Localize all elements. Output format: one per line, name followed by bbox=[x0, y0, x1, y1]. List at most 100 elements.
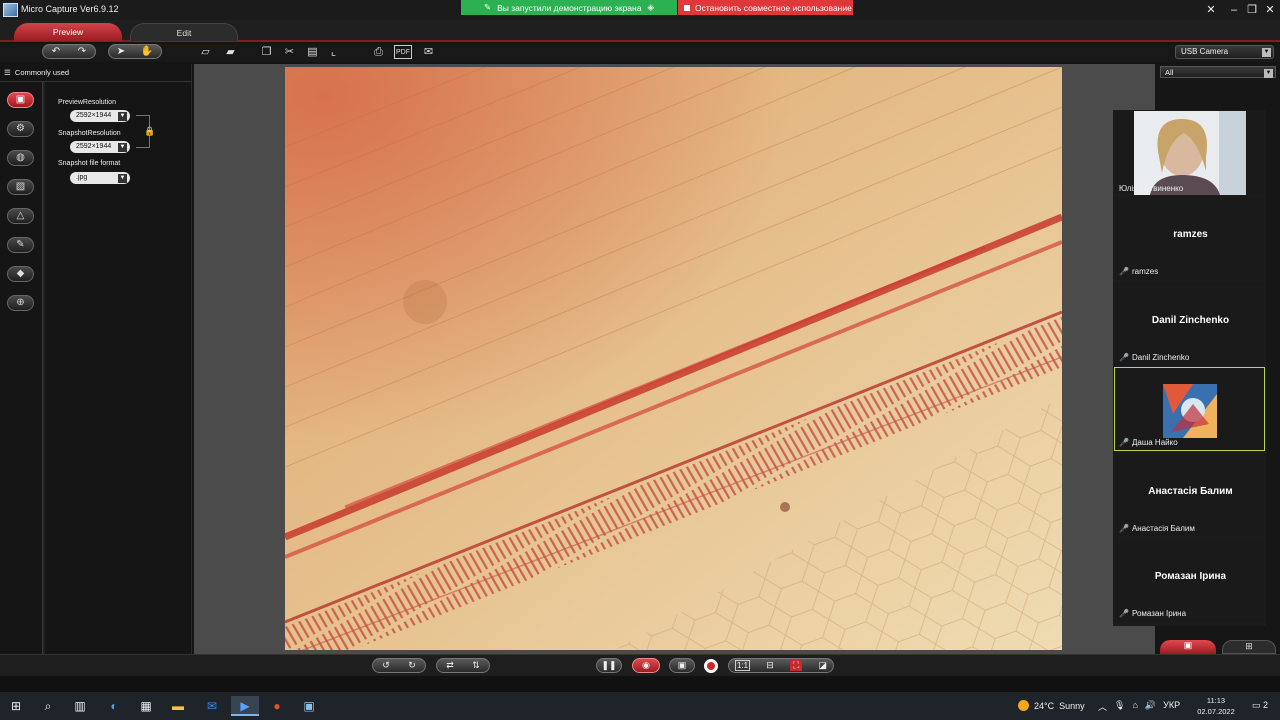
panel-divider[interactable] bbox=[42, 82, 45, 654]
pause-button[interactable]: ❚❚ bbox=[596, 658, 622, 673]
mail-icon[interactable]: ✉ bbox=[421, 45, 436, 59]
window-title: Micro Capture Ver6.9.12 bbox=[21, 4, 119, 14]
snapshot-resolution-select[interactable]: 2592×1944 ▼ bbox=[70, 141, 130, 153]
micro-capture-app-icon[interactable]: ▣ bbox=[298, 696, 320, 716]
capture-controls: ↺ ↻ ⇄ ⇅ ❚❚ ◉ ▣ 1:1 ⊟ ⛶ ◪ bbox=[0, 654, 1280, 676]
cut-icon[interactable]: ✂ bbox=[282, 45, 297, 59]
copy-icon[interactable]: ❐ bbox=[259, 45, 274, 59]
crosshair-button[interactable]: ⊕ bbox=[7, 295, 34, 311]
participant-label-row: 🎤 Анастасія Балим bbox=[1119, 524, 1195, 533]
wrench-button[interactable]: ✎ bbox=[7, 237, 34, 253]
redo-icon[interactable]: ↷ bbox=[78, 46, 86, 57]
file-format-label: Snapshot file format bbox=[58, 160, 121, 167]
language-indicator[interactable]: УКР bbox=[1163, 700, 1180, 713]
flip-horizontal-icon[interactable]: ⇄ bbox=[446, 660, 454, 671]
notifications-button[interactable]: ▭ 2 bbox=[1252, 700, 1268, 711]
maximize-button[interactable]: ❐ bbox=[1244, 2, 1260, 18]
record-button[interactable] bbox=[704, 659, 718, 673]
gallery-tab[interactable]: ⊞ bbox=[1222, 640, 1276, 654]
pdf-icon[interactable]: PDF bbox=[394, 45, 412, 59]
lock-icon[interactable]: 🔒 bbox=[144, 126, 155, 136]
microscope-image[interactable] bbox=[285, 67, 1062, 650]
zoom-app-icon[interactable]: ▶ bbox=[231, 696, 259, 716]
participant-tile[interactable]: Юлія Литвиненко bbox=[1114, 110, 1265, 195]
chevron-up-icon[interactable]: ︿ bbox=[1098, 700, 1107, 713]
file-explorer-icon[interactable]: ▬ bbox=[167, 696, 189, 716]
pause-icon: ❚❚ bbox=[601, 660, 617, 670]
minimize-button[interactable]: – bbox=[1226, 2, 1242, 18]
participant-name: Ромазан Ірина bbox=[1154, 571, 1227, 582]
eraser-button[interactable]: ◆ bbox=[7, 266, 34, 282]
pen-icon[interactable]: ✎ bbox=[484, 2, 491, 13]
clock[interactable]: 11:13 02.07.2022 bbox=[1196, 695, 1236, 717]
capture-button[interactable]: ◉ bbox=[632, 658, 660, 673]
preview-resolution-select[interactable]: 2592×1944 ▼ bbox=[70, 110, 130, 122]
participant-tile[interactable]: Danil Zinchenko 🎤 Danil Zinchenko bbox=[1114, 282, 1265, 366]
taskbar: ⊞ ⌕ ▥ ◐ ▦ ▬ ✉ ▶ ● ▣ 24°C Sunny ︿ 🎙 ⌂ 🔊 У… bbox=[0, 692, 1280, 720]
mail-app-icon[interactable]: ✉ bbox=[201, 696, 223, 716]
fullscreen-icon[interactable]: ⛶ bbox=[789, 660, 803, 671]
burst-capture-button[interactable]: ▣ bbox=[669, 658, 695, 673]
print-icon[interactable]: ⎙ bbox=[371, 45, 386, 59]
participant-tile[interactable]: Ромазан Ірина 🎤 Ромазан Ірина bbox=[1114, 538, 1265, 622]
mic-icon[interactable]: 🎙 bbox=[1114, 700, 1125, 713]
participant-tile[interactable]: ramzes 🎤 ramzes bbox=[1114, 196, 1265, 280]
ratio-button[interactable]: 1:1 bbox=[735, 660, 751, 671]
settings-button[interactable]: ⚙ bbox=[7, 121, 34, 137]
tools-icon[interactable]: ✕ bbox=[1203, 2, 1219, 18]
image-button[interactable]: ▧ bbox=[7, 179, 34, 195]
undo-icon[interactable]: ↶ bbox=[52, 46, 60, 57]
stop-share-button[interactable]: Остановить совместное использование bbox=[678, 0, 853, 15]
fit-icon[interactable]: ⊟ bbox=[766, 660, 774, 671]
participant-tile[interactable]: Анастасія Балим 🎤 Анастасія Балим bbox=[1114, 453, 1265, 537]
clock-date: 02.07.2022 bbox=[1197, 707, 1235, 716]
store-icon[interactable]: ▦ bbox=[135, 696, 157, 716]
task-view-icon[interactable]: ▥ bbox=[69, 696, 91, 716]
participant-label: Danil Zinchenko bbox=[1131, 353, 1190, 362]
shield-icon: ◈ bbox=[647, 2, 654, 12]
undo-redo-group: ↶ ↷ bbox=[42, 44, 96, 59]
share-message: Вы запустили демонстрацию экрана bbox=[497, 2, 642, 13]
pointer-icon[interactable]: ➤ bbox=[117, 46, 125, 57]
mic-muted-icon: 🎤 bbox=[1119, 267, 1129, 276]
tab-edit[interactable]: Edit bbox=[130, 23, 238, 41]
capture-settings-button[interactable]: ▣ bbox=[7, 92, 34, 108]
ruler-icon[interactable]: ▱ bbox=[198, 45, 213, 59]
stop-icon bbox=[684, 4, 690, 11]
close-button[interactable]: ✕ bbox=[1262, 2, 1278, 18]
search-icon[interactable]: ⌕ bbox=[37, 696, 59, 716]
camera-icon: ▣ bbox=[677, 660, 687, 670]
flip-vertical-icon[interactable]: ⇅ bbox=[472, 660, 480, 671]
start-icon[interactable]: ⊞ bbox=[5, 696, 27, 716]
volume-icon[interactable]: 🔊 bbox=[1145, 700, 1156, 713]
microscope-image-graphic bbox=[285, 67, 1062, 650]
chevron-down-icon: ▼ bbox=[118, 173, 127, 183]
tab-preview[interactable]: Preview bbox=[14, 23, 122, 41]
hand-icon[interactable]: ✋ bbox=[141, 46, 153, 57]
powerpoint-icon[interactable]: ● bbox=[266, 696, 288, 716]
crop-icon[interactable]: ⌞ bbox=[326, 45, 341, 59]
rotate-right-icon[interactable]: ↻ bbox=[408, 660, 416, 671]
app-window: Micro Capture Ver6.9.12 ✎ Вы запустили д… bbox=[0, 0, 1280, 720]
participant-label-row: 🎤 ramzes bbox=[1119, 267, 1158, 276]
participant-label: Ромазан Ірина bbox=[1131, 609, 1187, 618]
weather-widget[interactable]: 24°C Sunny bbox=[1018, 700, 1085, 711]
window-icon[interactable]: ◪ bbox=[818, 660, 827, 671]
participant-tile-active[interactable]: 🎤 Даша Найко bbox=[1114, 367, 1265, 451]
network-icon[interactable]: ⌂ bbox=[1132, 700, 1137, 713]
participant-avatar bbox=[1163, 384, 1217, 438]
participant-label-row: 🎤 Danil Zinchenko bbox=[1119, 353, 1189, 362]
scale-icon[interactable]: ▰ bbox=[223, 45, 238, 59]
paste-icon[interactable]: ▤ bbox=[305, 45, 320, 59]
snapshot-tab[interactable]: ▣ bbox=[1160, 640, 1216, 654]
menu-icon[interactable]: ☰ bbox=[4, 68, 11, 77]
filter-select[interactable]: All ▼ bbox=[1160, 66, 1276, 78]
clock-time: 11:13 bbox=[1206, 696, 1226, 705]
measure-button[interactable]: △ bbox=[7, 208, 34, 224]
file-format-select[interactable]: .jpg ▼ bbox=[70, 172, 130, 184]
rotate-left-icon[interactable]: ↺ bbox=[382, 660, 390, 671]
camera-select[interactable]: USB Camera ▼ bbox=[1175, 45, 1274, 59]
edge-icon[interactable]: ◐ bbox=[103, 696, 125, 716]
color-button[interactable]: ◍ bbox=[7, 150, 34, 166]
weather-temp: 24°C bbox=[1034, 700, 1055, 711]
